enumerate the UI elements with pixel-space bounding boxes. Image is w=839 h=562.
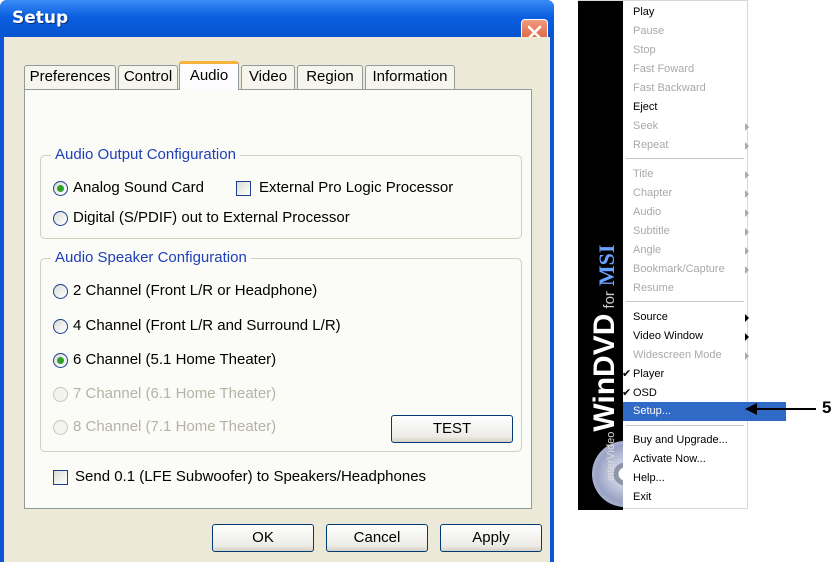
channel-6-label: 6 Channel (5.1 Home Theater) bbox=[73, 351, 277, 368]
title-bar[interactable]: Setup bbox=[0, 0, 554, 46]
menu-item-bookmark-capture[interactable]: Bookmark/Capture bbox=[633, 260, 749, 279]
brand-small: interVideo bbox=[605, 431, 617, 481]
menu-item-buy-and-upgrade[interactable]: Buy and Upgrade... bbox=[633, 431, 745, 450]
menu-item-pause[interactable]: Pause bbox=[633, 22, 745, 41]
menu-separator bbox=[626, 425, 744, 426]
ok-button[interactable]: OK bbox=[212, 524, 314, 552]
submenu-arrow-icon bbox=[745, 209, 749, 217]
menu-item-title[interactable]: Title bbox=[633, 165, 749, 184]
channel-7-radio[interactable] bbox=[53, 387, 68, 402]
external-pro-logic-label: External Pro Logic Processor bbox=[259, 179, 454, 196]
menu-item-video-window[interactable]: Video Window bbox=[633, 327, 749, 346]
channel-8-radio[interactable] bbox=[53, 420, 68, 435]
tab-preferences[interactable]: Preferences bbox=[24, 65, 116, 89]
callout-number: 5 bbox=[822, 398, 832, 417]
brand-main: WinDVD bbox=[588, 313, 621, 432]
apply-button[interactable]: Apply bbox=[440, 524, 542, 552]
submenu-arrow-icon bbox=[745, 171, 749, 179]
menu-item-activate-now[interactable]: Activate Now... bbox=[633, 450, 745, 469]
submenu-arrow-icon bbox=[745, 142, 749, 150]
external-pro-logic-checkbox[interactable] bbox=[236, 181, 251, 196]
tab-audio[interactable]: Audio bbox=[179, 61, 239, 90]
menu-item-audio[interactable]: Audio bbox=[633, 203, 749, 222]
menu-item-repeat[interactable]: Repeat bbox=[633, 136, 749, 155]
callout-line bbox=[756, 408, 816, 410]
menu-item-play[interactable]: Play bbox=[633, 3, 745, 22]
audio-output-legend: Audio Output Configuration bbox=[51, 146, 240, 164]
digital-spdif-label: Digital (S/PDIF) out to External Process… bbox=[73, 209, 350, 226]
brand-for: for bbox=[601, 291, 618, 309]
tab-video[interactable]: Video bbox=[241, 65, 295, 89]
lfe-subwoofer-checkbox[interactable] bbox=[53, 470, 68, 485]
setup-dialog: Setup Preferences Control Audio Video Re… bbox=[0, 0, 554, 562]
tab-information[interactable]: Information bbox=[365, 65, 455, 89]
menu-item-seek[interactable]: Seek bbox=[633, 117, 749, 136]
menu-item-subtitle[interactable]: Subtitle bbox=[633, 222, 749, 241]
submenu-arrow-icon bbox=[745, 247, 749, 255]
channel-7-label: 7 Channel (6.1 Home Theater) bbox=[73, 385, 277, 402]
menu-item-source[interactable]: Source bbox=[633, 308, 749, 327]
menu-item-stop[interactable]: Stop bbox=[633, 41, 745, 60]
submenu-arrow-icon bbox=[745, 123, 749, 131]
submenu-arrow-icon bbox=[745, 228, 749, 236]
submenu-arrow-icon bbox=[745, 333, 749, 341]
channel-8-label: 8 Channel (7.1 Home Theater) bbox=[73, 418, 277, 435]
menu-item-help[interactable]: Help... bbox=[633, 469, 745, 488]
brand-strip: interVideoWinDVD for MSI bbox=[578, 1, 623, 510]
analog-sound-card-label: Analog Sound Card bbox=[73, 179, 204, 196]
channel-6-radio[interactable] bbox=[53, 353, 68, 368]
menu-item-fast-backward[interactable]: Fast Backward bbox=[633, 79, 745, 98]
menu-item-setup[interactable]: Setup... bbox=[623, 402, 786, 421]
menu-item-exit[interactable]: Exit bbox=[633, 488, 745, 507]
audio-tab-panel: Audio Output Configuration Analog Sound … bbox=[24, 89, 532, 509]
menu-item-angle[interactable]: Angle bbox=[633, 241, 749, 260]
submenu-arrow-icon bbox=[745, 352, 749, 360]
submenu-arrow-icon bbox=[745, 190, 749, 198]
checkmark-icon: ✔ bbox=[622, 368, 632, 380]
menu-item-chapter[interactable]: Chapter bbox=[633, 184, 749, 203]
brand-msi: MSI bbox=[594, 244, 619, 287]
audio-speaker-legend: Audio Speaker Configuration bbox=[51, 249, 251, 267]
submenu-arrow-icon bbox=[745, 266, 749, 274]
menu-item-osd[interactable]: ✔ OSD bbox=[622, 384, 745, 403]
cancel-button[interactable]: Cancel bbox=[326, 524, 428, 552]
menu-item-widescreen-mode[interactable]: Widescreen Mode bbox=[633, 346, 749, 365]
checkmark-icon: ✔ bbox=[622, 387, 632, 399]
channel-2-radio[interactable] bbox=[53, 284, 68, 299]
menu-separator bbox=[626, 158, 744, 159]
menu-separator bbox=[626, 301, 744, 302]
tab-control[interactable]: Control bbox=[118, 65, 178, 89]
menu-item-fast-forward[interactable]: Fast Foward bbox=[633, 60, 745, 79]
lfe-subwoofer-label: Send 0.1 (LFE Subwoofer) to Speakers/Hea… bbox=[75, 468, 427, 485]
menu-item-player[interactable]: ✔ Player bbox=[622, 365, 745, 384]
channel-4-label: 4 Channel (Front L/R and Surround L/R) bbox=[73, 317, 341, 334]
brand-logo: interVideoWinDVD for MSI bbox=[588, 245, 622, 481]
dialog-client: Preferences Control Audio Video Region I… bbox=[4, 37, 550, 562]
submenu-arrow-icon bbox=[745, 314, 749, 322]
digital-spdif-radio[interactable] bbox=[53, 211, 68, 226]
windvd-context-menu: interVideoWinDVD for MSI Play Pause Stop F… bbox=[578, 0, 786, 510]
tab-region[interactable]: Region bbox=[297, 65, 363, 89]
channel-4-radio[interactable] bbox=[53, 319, 68, 334]
menu-item-resume[interactable]: Resume bbox=[633, 279, 745, 298]
menu-item-eject[interactable]: Eject bbox=[633, 98, 745, 117]
analog-sound-card-radio[interactable] bbox=[53, 181, 68, 196]
dialog-title: Setup bbox=[12, 8, 69, 28]
test-button[interactable]: TEST bbox=[391, 415, 513, 443]
channel-2-label: 2 Channel (Front L/R or Headphone) bbox=[73, 282, 318, 299]
